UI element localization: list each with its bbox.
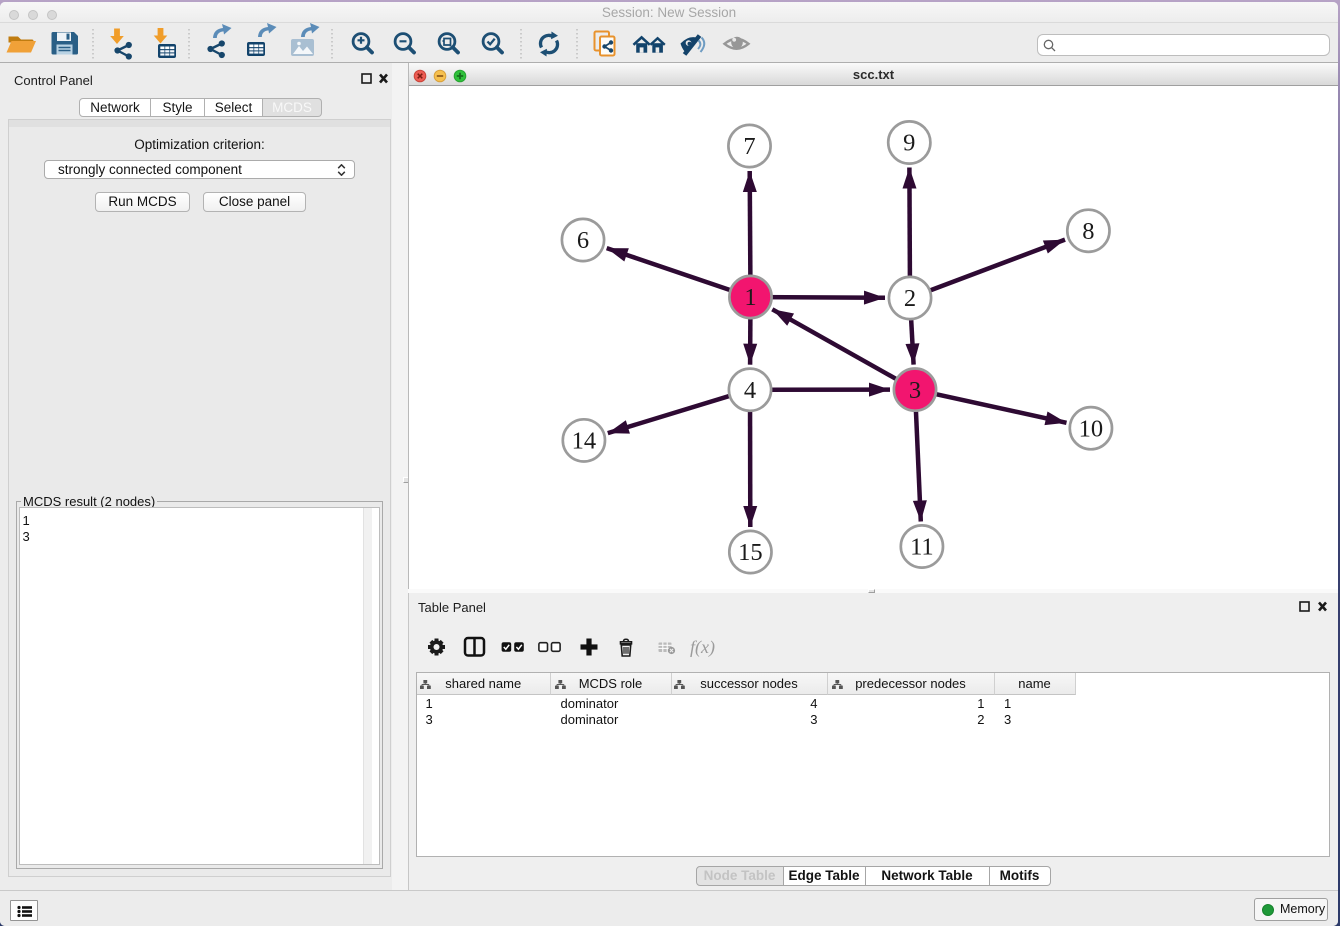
svg-text:1: 1 bbox=[744, 284, 756, 311]
svg-text:4: 4 bbox=[744, 377, 756, 404]
svg-text:3: 3 bbox=[909, 377, 921, 404]
svg-text:11: 11 bbox=[910, 534, 934, 561]
svg-text:9: 9 bbox=[903, 130, 915, 157]
svg-text:f(x): f(x) bbox=[690, 637, 715, 658]
svg-text:2: 2 bbox=[904, 285, 916, 312]
svg-text:6: 6 bbox=[577, 227, 589, 254]
svg-text:8: 8 bbox=[1082, 218, 1094, 245]
svg-text:14: 14 bbox=[572, 428, 597, 455]
svg-text:7: 7 bbox=[743, 133, 755, 160]
svg-text:10: 10 bbox=[1079, 415, 1104, 442]
svg-text:15: 15 bbox=[738, 539, 763, 566]
